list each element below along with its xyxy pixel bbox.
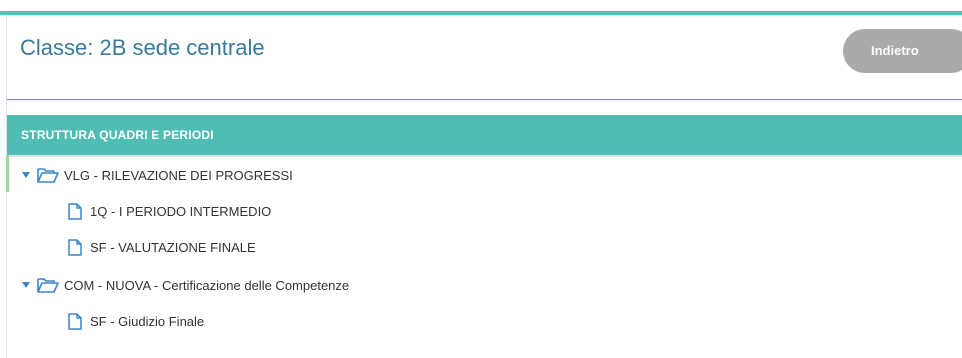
tree-item-label: 1Q - I PERIODO INTERMEDIO xyxy=(90,203,272,219)
caret-down-icon[interactable] xyxy=(22,172,30,178)
page-title: Classe: 2B sede centrale xyxy=(20,35,265,60)
file-icon xyxy=(68,238,82,256)
file-icon xyxy=(68,202,82,220)
selected-row-marker xyxy=(6,155,9,192)
tree-folder-com[interactable]: COM - NUOVA - Certificazione delle Compe… xyxy=(22,274,349,296)
tree-item-label: COM - NUOVA - Certificazione delle Compe… xyxy=(64,277,350,293)
tree-item-sf-giudizio[interactable]: SF - Giudizio Finale xyxy=(68,310,204,332)
file-icon xyxy=(68,312,82,330)
back-button[interactable]: Indietro xyxy=(843,29,962,73)
tree-item-label: SF - Giudizio Finale xyxy=(90,313,205,329)
tree-folder-vlg[interactable]: VLG - RILEVAZIONE DEI PROGRESSI xyxy=(22,164,293,186)
section-divider xyxy=(7,155,962,157)
header-divider xyxy=(7,99,962,100)
folder-open-icon xyxy=(37,277,59,293)
caret-down-icon[interactable] xyxy=(22,282,30,288)
page-header: Classe: 2B sede centrale Indietro xyxy=(7,15,962,100)
tree-item-1q[interactable]: 1Q - I PERIODO INTERMEDIO xyxy=(68,200,271,222)
section-title: STRUTTURA QUADRI E PERIODI xyxy=(21,128,214,142)
tree-item-sf-valutazione[interactable]: SF - VALUTAZIONE FINALE xyxy=(68,236,256,258)
tree-item-label: VLG - RILEVAZIONE DEI PROGRESSI xyxy=(64,167,293,183)
tree-item-label: SF - VALUTAZIONE FINALE xyxy=(90,239,256,255)
section-header: STRUTTURA QUADRI E PERIODI xyxy=(7,115,962,155)
folder-open-icon xyxy=(37,167,59,183)
